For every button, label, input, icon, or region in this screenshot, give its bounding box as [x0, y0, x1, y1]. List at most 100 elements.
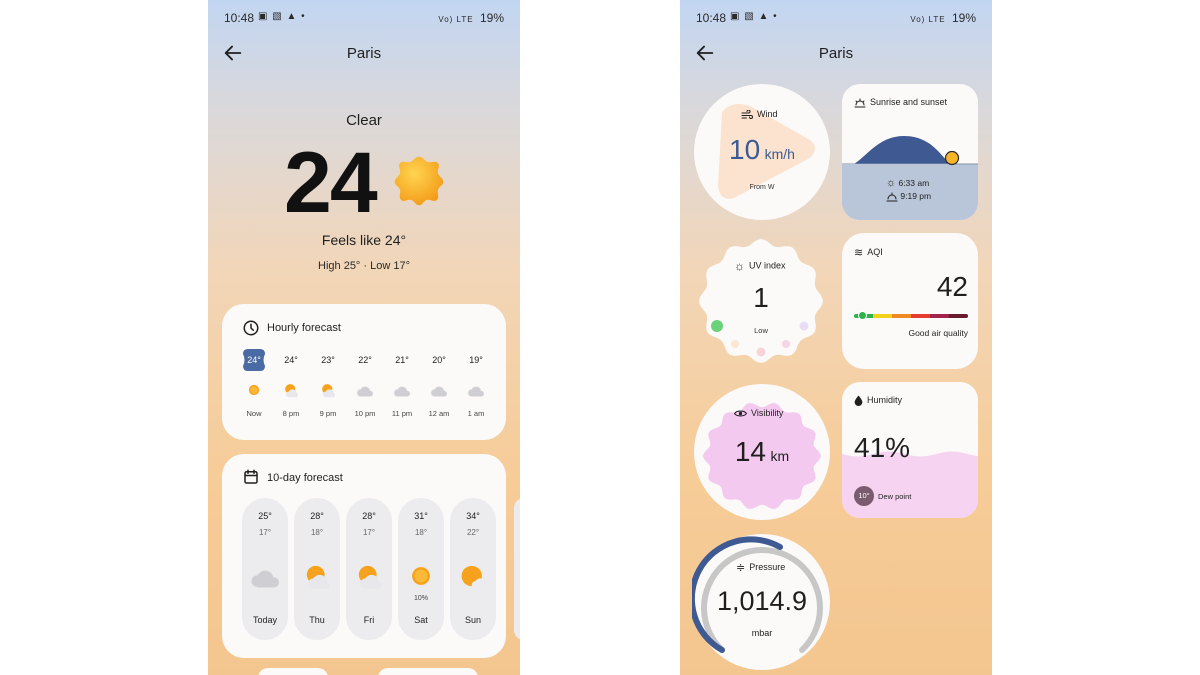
pressure-tile[interactable]: ≑ Pressure 1,014.9 mbar — [692, 532, 832, 672]
status-time: 10:48 — [696, 11, 727, 25]
air-waves-icon: ≋ — [854, 247, 864, 259]
pressure-value: 1,014.9 — [716, 586, 808, 616]
sun-icon — [245, 382, 263, 398]
aqi-header: ≋ AQI — [854, 246, 883, 259]
aqi-title: AQI — [867, 246, 883, 257]
cloud-icon — [356, 382, 374, 398]
uv-level-label: Low — [754, 326, 768, 335]
water-drop-icon — [854, 395, 863, 407]
daily-day-label: Sat — [414, 615, 428, 625]
wind-tile[interactable]: Wind 10 km/h From W — [692, 82, 832, 222]
ten-day-forecast-title: 10-day forecast — [267, 472, 343, 484]
hourly-item: 22° 10 pm — [348, 348, 382, 418]
sunrise-sunset-tile[interactable]: Sunrise and sunset ☼ 6:33 am 9:19 pm — [842, 84, 978, 220]
sun-outline-icon: ☼ — [734, 259, 745, 273]
next-card-peek — [378, 668, 478, 675]
daily-low: 18° — [310, 528, 324, 537]
hourly-time: 8 pm — [282, 409, 300, 418]
daily-high: 25° — [258, 511, 272, 521]
hourly-item: 21° 11 pm — [385, 348, 419, 418]
pressure-header: ≑ Pressure — [736, 561, 785, 574]
sunrise-time: 6:33 am — [898, 178, 930, 188]
hourly-time: 12 am — [428, 409, 450, 418]
partly-cloudy-icon — [353, 562, 385, 590]
humidity-value: 41% — [854, 432, 911, 463]
hourly-time: 11 pm — [391, 409, 413, 418]
status-bar: 10:48 ▣ ▧ ▲ • Vo) LTE 19% — [680, 0, 992, 34]
aqi-tile[interactable]: ≋ AQI 42 Good air quality — [842, 233, 978, 369]
daily-high: 28° — [310, 511, 324, 521]
high-low: High 25° · Low 17° — [318, 260, 410, 272]
dew-point-badge: 10° — [854, 486, 874, 506]
daily-high: 34° — [466, 511, 480, 521]
hourly-time: 10 pm — [354, 409, 376, 418]
hourly-temp: 19° — [469, 355, 483, 365]
pressure-icon: ≑ — [736, 562, 746, 574]
wind-icon — [741, 109, 753, 119]
sunset-row: 9:19 pm — [886, 191, 931, 202]
daily-item[interactable]: 34° 22° Sun — [450, 498, 496, 640]
humidity-title: Humidity — [867, 395, 903, 405]
battery-level: 19% — [479, 11, 504, 25]
daily-item[interactable]: 28° 17° Fri — [346, 498, 392, 640]
cloud-icon — [467, 382, 485, 398]
aqi-quality-label: Good air quality — [908, 328, 968, 338]
daily-day-label: Thu — [309, 615, 325, 625]
sunrise-sunset-title: Sunrise and sunset — [870, 97, 948, 107]
visibility-title: Visibility — [751, 408, 784, 418]
wind-header: Wind — [741, 109, 778, 120]
next-day-pill-edge — [514, 498, 520, 640]
notification-icons: ▣ ▧ ▲ • — [730, 11, 778, 22]
pressure-title: Pressure — [749, 561, 786, 572]
eye-icon — [734, 410, 747, 417]
aqi-scale-bar — [854, 314, 968, 318]
daily-day-label: Fri — [363, 615, 375, 625]
calendar-icon — [244, 469, 258, 484]
ten-day-forecast-card[interactable]: 10-day forecast 25° 17° Today 28° 18° Thu 28° 1… — [222, 454, 520, 658]
uv-header: ☼ UV index — [734, 259, 786, 273]
humidity-tile[interactable]: Humidity 41% 10° Dew point — [842, 382, 978, 518]
uv-title: UV index — [749, 260, 786, 271]
sunset-time: 9:19 pm — [900, 191, 932, 201]
signal-icon: Vo) LTE — [438, 15, 474, 24]
battery-level: 19% — [951, 11, 976, 25]
wind-speed-unit: km/h — [764, 146, 795, 162]
daily-day-label: Today — [252, 615, 278, 625]
daily-item[interactable]: 31° 18° 10% Sat — [398, 498, 444, 640]
next-card-peek — [258, 668, 328, 675]
details-screen: 10:48 ▣ ▧ ▲ • Vo) LTE 19% Paris Wind 10 … — [680, 0, 992, 675]
app-bar: Paris — [208, 38, 520, 70]
dew-point-label: Dew point — [878, 492, 912, 501]
hourly-time: 1 am — [467, 409, 485, 418]
notification-icons: ▣ ▧ ▲ • — [258, 11, 306, 22]
visibility-tile[interactable]: Visibility 14 km — [692, 382, 832, 522]
status-bar: 10:48 ▣ ▧ ▲ • Vo) LTE 19% — [208, 0, 520, 34]
partly-cloudy-icon — [319, 382, 337, 398]
hourly-forecast-card[interactable]: Hourly forecast 24° Now 24° 8 pm 23° 9 pm 22° 1… — [222, 304, 506, 440]
hourly-temp: 23° — [321, 355, 335, 365]
sunset-icon — [886, 192, 898, 202]
cloud-icon — [249, 562, 281, 590]
sun-icon — [405, 562, 437, 590]
hourly-item: 19° 1 am — [459, 348, 493, 418]
wind-speed: 10 km/h — [692, 134, 832, 166]
daily-precipitation: 10% — [413, 595, 428, 602]
hourly-temp: 21° — [395, 355, 409, 365]
wind-speed-value: 10 — [729, 134, 761, 165]
partly-cloudy-icon — [282, 382, 300, 398]
daily-item[interactable]: 28° 18° Thu — [294, 498, 340, 640]
humidity-header: Humidity — [854, 395, 903, 407]
daily-low: 18° — [414, 528, 428, 537]
aqi-marker — [857, 311, 867, 320]
daily-low: 22° — [466, 528, 480, 537]
hourly-temp: 24° — [247, 355, 261, 365]
status-right: Vo) LTE 19% — [910, 11, 976, 25]
sun-icon — [394, 156, 444, 206]
cloud-icon — [430, 382, 448, 398]
signal-icon: Vo) LTE — [910, 15, 946, 24]
sunrise-row: ☼ 6:33 am — [886, 177, 929, 189]
hourly-time: Now — [246, 409, 262, 418]
hourly-forecast-title: Hourly forecast — [267, 322, 341, 334]
daily-item[interactable]: 25° 17° Today — [242, 498, 288, 640]
uv-index-tile[interactable]: ☼ UV index 1 Low — [694, 234, 828, 368]
